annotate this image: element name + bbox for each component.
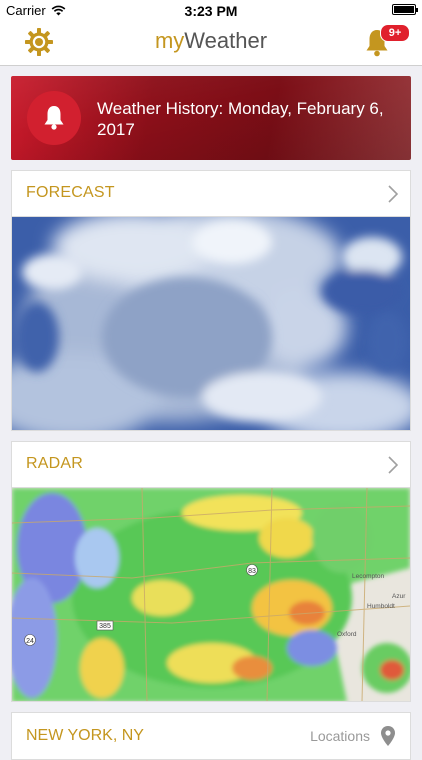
sky-clouds (12, 217, 410, 430)
radar-map[interactable]: 385 24 83 Oxford Humboldt Lecompton Azur (12, 488, 410, 701)
notification-badge: 9+ (380, 24, 410, 42)
town-azur-label: Azur (392, 593, 406, 600)
history-alert-circle (27, 91, 81, 145)
weather-history-text: Weather History: Monday, February 6, 201… (97, 99, 384, 139)
app-title-my: my (154, 28, 185, 53)
forecast-card[interactable]: FORECAST (11, 170, 411, 431)
town-lecompton-label: Lecompton (352, 573, 385, 580)
battery-icon (392, 4, 418, 15)
radar-overlay: 385 24 83 Oxford Humboldt Lecompton Azur (12, 488, 410, 701)
forecast-sky-image (12, 217, 410, 430)
bell-icon (44, 106, 64, 130)
route-24-label: 24 (26, 638, 34, 645)
app-title: myWeather (0, 28, 422, 54)
status-bar: Carrier 3:23 PM (0, 0, 422, 22)
chevron-right-icon (388, 456, 398, 474)
weather-history-banner[interactable]: Weather History: Monday, February 6, 201… (11, 76, 411, 160)
forecast-title: FORECAST (26, 184, 115, 201)
location-city: NEW YORK, NY (26, 727, 144, 744)
route-83-label: 83 (248, 568, 256, 575)
town-oxford-label: Oxford (337, 631, 357, 638)
radar-card[interactable]: RADAR 385 24 83 Oxford Humboldt Lecompto… (11, 441, 411, 702)
radar-title: RADAR (26, 455, 84, 472)
app-title-weather: Weather (184, 28, 268, 53)
radar-header[interactable]: RADAR (12, 442, 410, 488)
status-time: 3:23 PM (184, 3, 238, 19)
route-385-label: 385 (99, 623, 111, 630)
chevron-right-icon (388, 185, 398, 203)
town-humboldt-label: Humboldt (367, 603, 395, 610)
location-card[interactable]: NEW YORK, NY Locations (11, 712, 411, 760)
forecast-header[interactable]: FORECAST (12, 171, 410, 217)
location-pin-icon[interactable] (380, 725, 396, 747)
status-right (392, 4, 418, 15)
locations-link[interactable]: Locations (310, 728, 370, 744)
nav-bar: myWeather 9+ (0, 22, 422, 66)
